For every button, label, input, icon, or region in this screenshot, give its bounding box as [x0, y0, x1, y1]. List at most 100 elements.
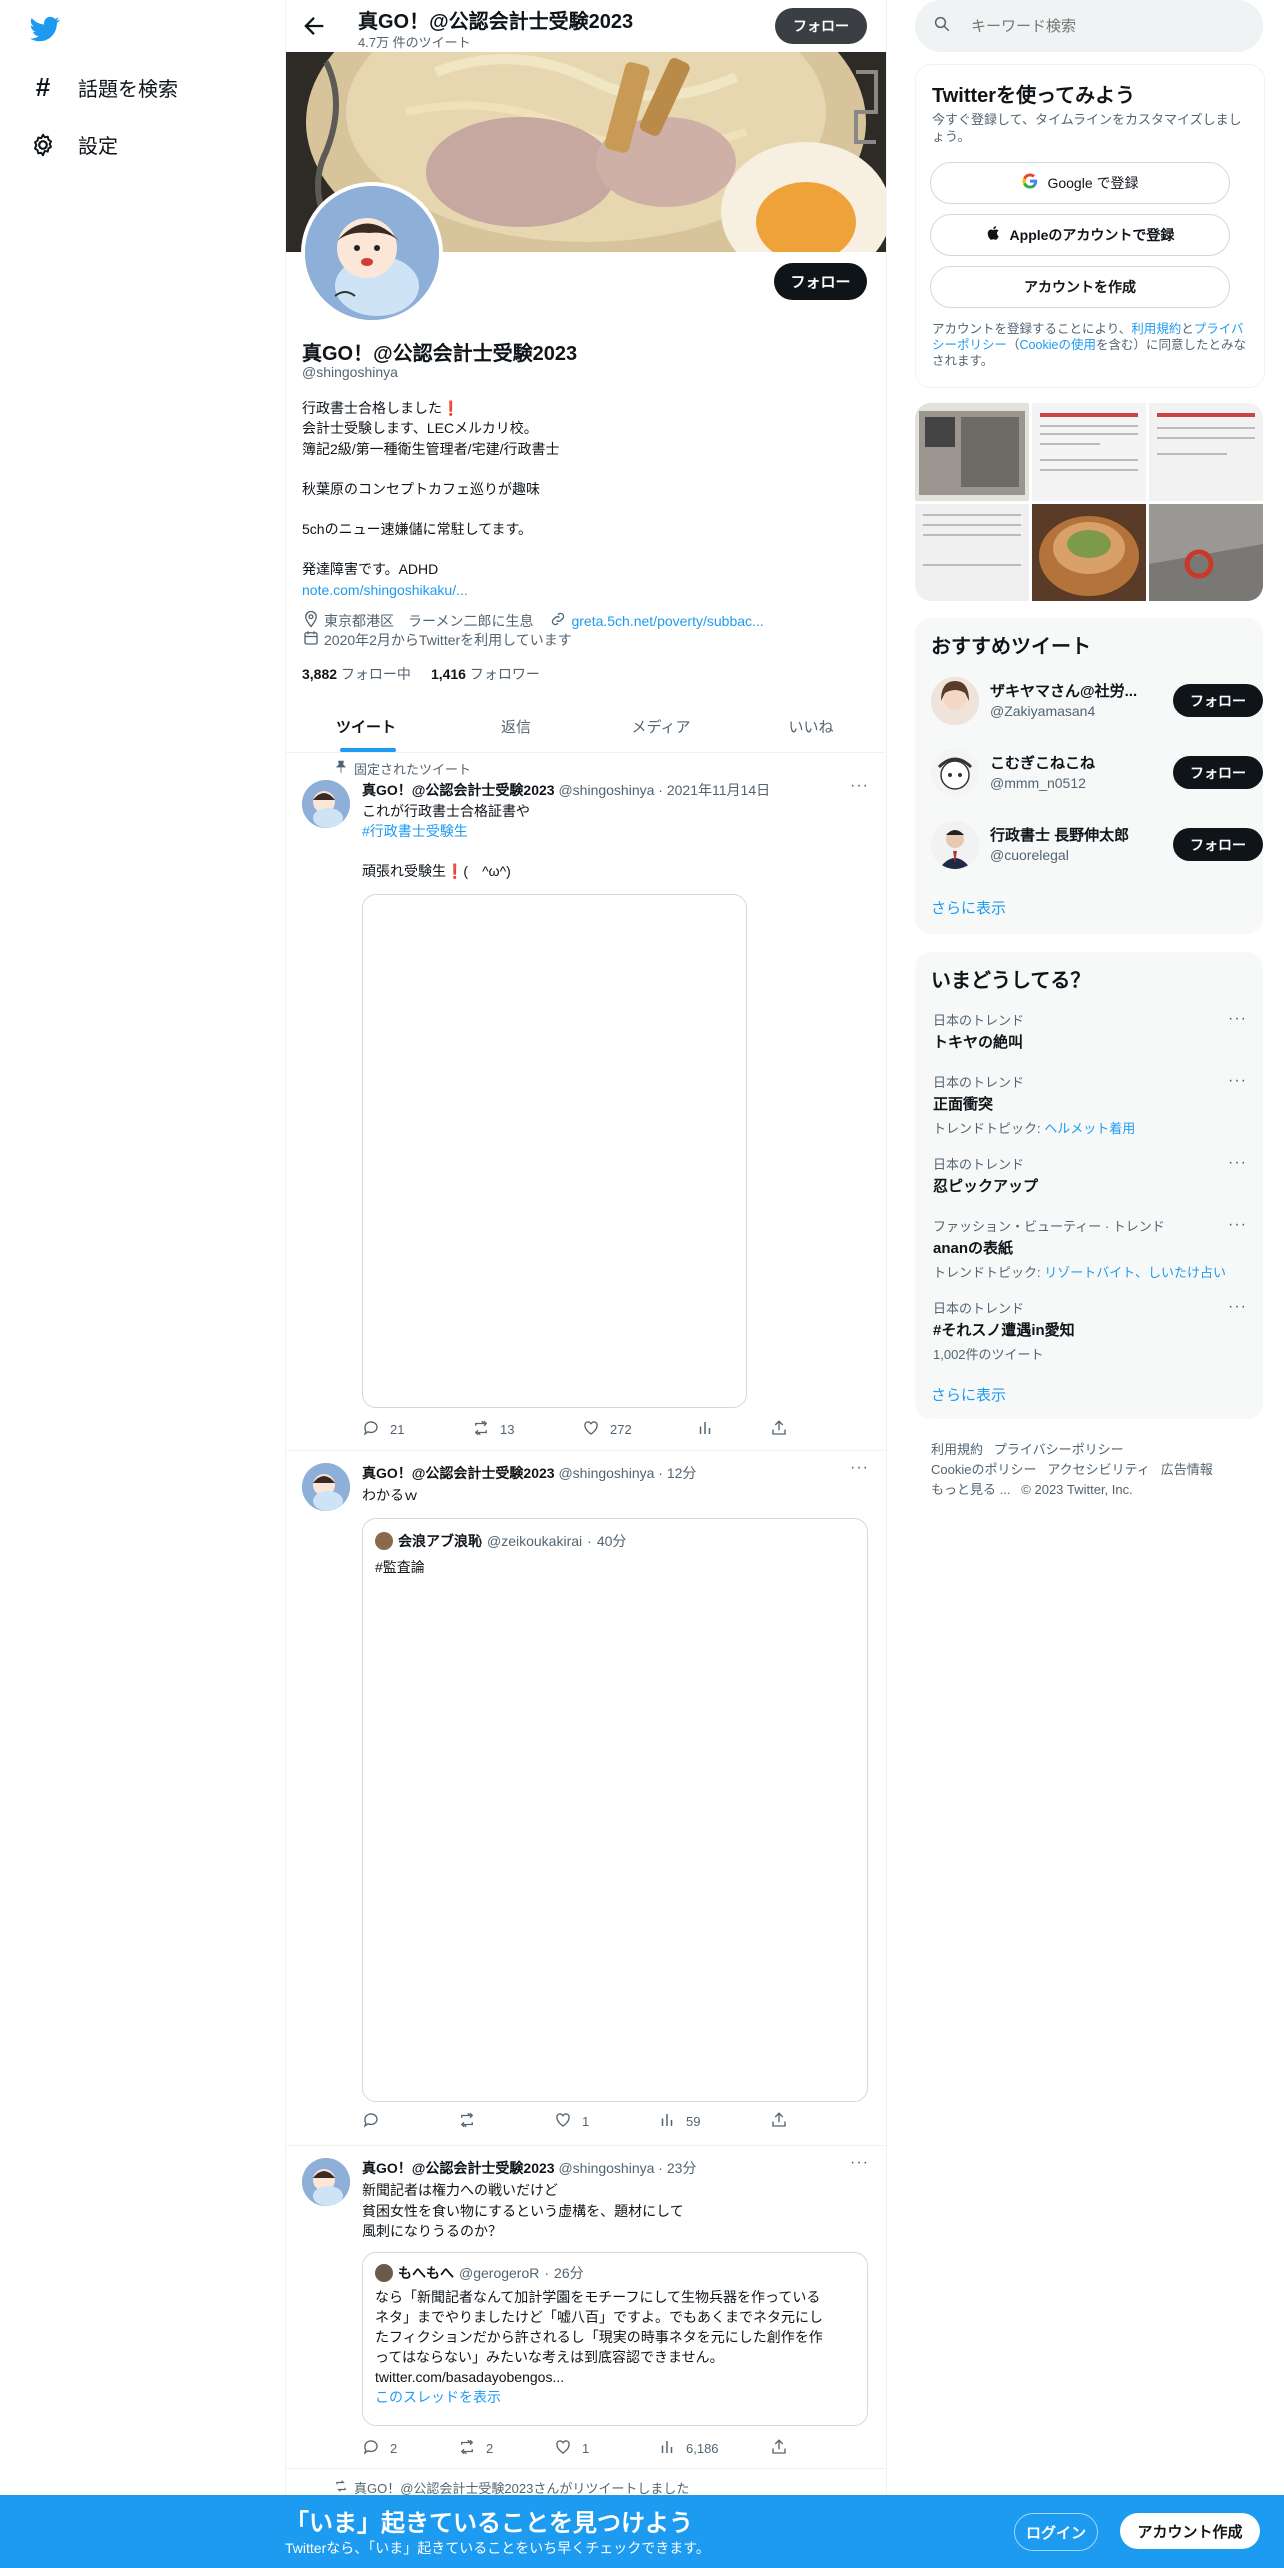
more-options-icon[interactable]: ··· — [1228, 1072, 1247, 1090]
back-arrow-icon[interactable] — [300, 12, 328, 40]
quote-link[interactable]: twitter.com/basadayobengos... — [375, 2367, 861, 2387]
create-account-button[interactable]: アカウントを作成 — [930, 266, 1230, 308]
views-button[interactable]: 59 — [658, 2111, 700, 2132]
retweet-button[interactable]: 2 — [458, 2438, 493, 2459]
trend-topic-link[interactable]: リゾートバイト、しいたけ占い — [1044, 1265, 1226, 1280]
footer-terms-link[interactable]: 利用規約 — [931, 1442, 983, 1457]
recommend-handle: @cuorelegal — [990, 847, 1069, 863]
tab-tweets[interactable]: ツイート — [286, 700, 446, 752]
twitter-logo-icon[interactable] — [28, 14, 62, 44]
signup-button[interactable]: アカウント作成 — [1120, 2513, 1260, 2549]
media-thumbnail[interactable] — [915, 403, 1029, 501]
trends-show-more[interactable]: さらに表示 — [931, 1384, 1006, 1405]
quote-tweet[interactable]: もへもへ @gerogeroR · 26分 なら「新聞記者なんて加計学園をモチー… — [362, 2252, 868, 2426]
reply-button[interactable] — [362, 2111, 390, 2132]
cookie-link[interactable]: Cookieの使用 — [1020, 338, 1096, 352]
quote-tweet[interactable]: 会浪アブ浪恥 @zeikoukakirai · 40分 #監査論 — [362, 1518, 868, 2102]
following-link[interactable]: 3,882 フォロー中 — [302, 664, 411, 684]
followers-link[interactable]: 1,416 フォロワー — [431, 664, 540, 684]
more-options-icon[interactable]: ··· — [1228, 1154, 1247, 1172]
more-options-icon[interactable]: ··· — [1228, 1298, 1247, 1316]
tweet-avatar[interactable] — [302, 780, 350, 828]
like-button[interactable]: 1 — [554, 2438, 589, 2459]
views-button[interactable] — [696, 1419, 714, 1440]
trend-item[interactable]: 日本のトレンド 忍ピックアップ ··· — [933, 1154, 1247, 1196]
media-thumbnail[interactable] — [1149, 403, 1263, 501]
tweet-author-handle[interactable]: @shingoshinya — [558, 2160, 654, 2176]
header-name: 真GO！@公認会計士受験2023 — [358, 11, 634, 33]
recommend-follow-button[interactable]: フォロー — [1173, 828, 1263, 861]
tweet-avatar[interactable] — [302, 1463, 350, 1511]
share-button[interactable] — [770, 2111, 788, 2132]
tweet-author-name[interactable]: 真GO！@公認会計士受験2023 — [362, 2160, 555, 2176]
tweet-author-handle[interactable]: @shingoshinya — [558, 1465, 654, 1481]
tab-likes[interactable]: いいね — [736, 700, 886, 752]
footer-cookie-link[interactable]: Cookieのポリシー — [931, 1462, 1036, 1477]
footer-ads-link[interactable]: 広告情報 — [1161, 1462, 1213, 1477]
media-thumbnail[interactable] — [915, 504, 1029, 601]
tweet-media[interactable] — [362, 894, 747, 1408]
footer-more-link[interactable]: もっと見る ... — [931, 1482, 1010, 1497]
tweet-author-name[interactable]: 真GO！@公認会計士受験2023 — [362, 782, 555, 798]
retweet-button[interactable]: 13 — [472, 1419, 514, 1440]
media-thumbnail[interactable] — [1032, 403, 1146, 501]
more-options-icon[interactable]: ··· — [850, 1459, 869, 1477]
tweet-pinned[interactable]: 固定されたツイート 真GO！@公認会計士受験2023 @shingoshinya… — [286, 753, 886, 1450]
recommend-user[interactable]: ザキヤマさん@社労... @Zakiyamasan4 フォロー — [931, 675, 1263, 727]
profile-avatar[interactable] — [301, 182, 443, 324]
more-options-icon[interactable]: ··· — [1228, 1216, 1247, 1234]
views-button[interactable]: 6,186 — [658, 2438, 719, 2459]
tweet-author-name[interactable]: 真GO！@公認会計士受験2023 — [362, 1465, 555, 1481]
tweet-time[interactable]: 23分 — [667, 2160, 697, 2176]
search-box[interactable] — [915, 0, 1263, 52]
tweet[interactable]: 真GO！@公認会計士受験2023 @shingoshinya · 23分 ···… — [286, 2146, 886, 2466]
apple-signup-button[interactable]: Appleのアカウントで登録 — [930, 214, 1230, 256]
recommend-user[interactable]: 行政書士 長野伸太郎 @cuorelegal フォロー — [931, 819, 1263, 871]
hashtag-icon: # — [35, 72, 51, 102]
tweet-time[interactable]: 12分 — [667, 1465, 697, 1481]
reply-icon — [362, 1419, 380, 1440]
trend-item[interactable]: 日本のトレンド 正面衝突 トレンドトピック: ヘルメット着用 ··· — [933, 1072, 1247, 1137]
footer-privacy-link[interactable]: プライバシーポリシー — [994, 1442, 1124, 1457]
show-thread-link[interactable]: このスレッドを表示 — [375, 2387, 861, 2407]
more-options-icon[interactable]: ··· — [850, 777, 869, 795]
recommend-follow-button[interactable]: フォロー — [1173, 756, 1263, 789]
tweet-hashtag[interactable]: #行政書士受験生 — [362, 821, 862, 841]
retweet-button[interactable] — [458, 2111, 486, 2132]
recommend-handle: @mmm_n0512 — [990, 775, 1086, 791]
google-signup-button[interactable]: Google で登録 — [930, 162, 1230, 204]
tab-replies[interactable]: 返信 — [446, 700, 586, 752]
tweet-time[interactable]: 2021年11月14日 — [667, 782, 770, 798]
tweet-author-handle[interactable]: @shingoshinya — [558, 782, 654, 798]
header-follow-button[interactable]: フォロー — [775, 8, 867, 44]
profile-website-link[interactable]: greta.5ch.net/poverty/subbac... — [571, 613, 763, 629]
media-thumbnail[interactable] — [1149, 504, 1263, 601]
bio-link[interactable]: note.com/shingoshikaku/... — [302, 580, 862, 600]
trend-topic-link[interactable]: ヘルメット着用 — [1044, 1121, 1135, 1136]
tab-media[interactable]: メディア — [586, 700, 736, 752]
search-input[interactable] — [969, 16, 1253, 36]
share-button[interactable] — [770, 2438, 788, 2459]
recommend-show-more[interactable]: さらに表示 — [931, 897, 1006, 918]
nav-settings[interactable]: 設定 — [30, 130, 118, 159]
trend-item[interactable]: 日本のトレンド #それスノ遭遇in愛知 1,002件のツイート ··· — [933, 1298, 1247, 1363]
tweet-avatar[interactable] — [302, 2158, 350, 2206]
tweet[interactable]: 真GO！@公認会計士受験2023 @shingoshinya · 12分 ···… — [286, 1451, 886, 2145]
reply-button[interactable]: 21 — [362, 1419, 404, 1440]
reply-button[interactable]: 2 — [362, 2438, 397, 2459]
more-options-icon[interactable]: ··· — [1228, 1010, 1247, 1028]
recommend-user[interactable]: こむぎこねこね @mmm_n0512 フォロー — [931, 747, 1263, 799]
recommend-follow-button[interactable]: フォロー — [1173, 684, 1263, 717]
login-button[interactable]: ログイン — [1014, 2513, 1098, 2551]
footer-accessibility-link[interactable]: アクセシビリティ — [1047, 1462, 1150, 1477]
terms-link[interactable]: 利用規約 — [1131, 322, 1181, 336]
trend-item[interactable]: ファッション・ビューティー · トレンド ananの表紙 トレンドトピック: リ… — [933, 1216, 1247, 1281]
nav-explore[interactable]: # 話題を検索 — [30, 72, 178, 103]
trend-item[interactable]: 日本のトレンド トキヤの絶叫 ··· — [933, 1010, 1247, 1052]
like-button[interactable]: 1 — [554, 2111, 589, 2132]
profile-follow-button[interactable]: フォロー — [774, 263, 867, 300]
like-button[interactable]: 272 — [582, 1419, 632, 1440]
share-button[interactable] — [770, 1419, 788, 1440]
media-thumbnail[interactable] — [1032, 504, 1146, 601]
more-options-icon[interactable]: ··· — [850, 2154, 869, 2172]
